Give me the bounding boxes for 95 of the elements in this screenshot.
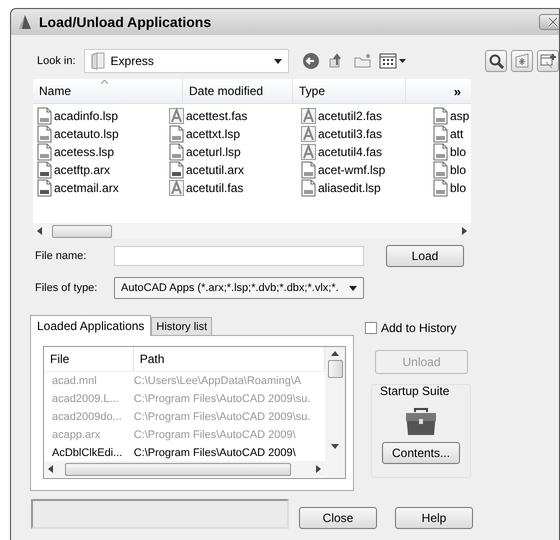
document-icon (37, 161, 52, 179)
file-name[interactable]: acadinfo.lsp (54, 109, 118, 123)
close-button[interactable] (539, 14, 559, 30)
table-cell-text: acad.mnl (51, 375, 98, 387)
scroll-left-icon[interactable] (48, 465, 53, 473)
document-icon (433, 125, 448, 143)
dropdown-arrow-icon (349, 286, 357, 290)
checkbox-label[interactable]: Add to History (381, 321, 456, 335)
load-button[interactable]: Load (386, 245, 464, 267)
document-icon (37, 179, 52, 197)
triangle-document-icon (301, 107, 316, 125)
document-icon (433, 179, 448, 197)
dropdown-arrow-icon (274, 58, 282, 64)
file-name[interactable]: acetauto.lsp (54, 127, 119, 141)
file-name[interactable]: acetutil.fas (186, 181, 244, 195)
document-icon (433, 161, 448, 179)
column-header[interactable]: Type (293, 79, 406, 103)
document-icon (433, 107, 448, 125)
scroll-down-icon[interactable] (331, 444, 339, 449)
files-of-type-label: Files of type: (35, 282, 98, 294)
folder-icon (90, 52, 105, 70)
document-icon (169, 143, 184, 161)
table-cell-text: AcDblClkEdi... (51, 447, 124, 459)
document-icon (37, 125, 52, 143)
document-icon (169, 125, 184, 143)
scroll-thumb[interactable] (65, 462, 291, 476)
triangle-document-icon (169, 107, 184, 125)
document-icon (301, 179, 316, 197)
window-title: Load/Unload Applications (39, 14, 212, 30)
triangle-document-icon (169, 179, 184, 197)
table-cell-text: C:\Program Files\AutoCAD 2009\su. (134, 393, 312, 405)
file-type-dropdown[interactable]: AutoCAD Apps (*.arx;*.lsp;*.dvb;*.dbx;*.vlx;*. (114, 277, 364, 299)
look-in-label: Look in: (37, 55, 76, 67)
app-icon (17, 14, 33, 30)
close-icon (547, 17, 559, 27)
file-name[interactable]: acetftp.arx (54, 163, 110, 177)
document-icon (433, 143, 448, 161)
document-icon (37, 143, 52, 161)
scroll-right-icon[interactable] (462, 227, 467, 235)
file-name[interactable]: att (450, 127, 464, 141)
add-window-button[interactable] (537, 50, 559, 72)
file-name[interactable]: acettest.fas (186, 109, 248, 123)
table-cell-text: C:\Program Files\AutoCAD 2009\ (134, 429, 297, 441)
scroll-thumb[interactable] (52, 224, 112, 238)
scroll-right-icon[interactable] (316, 465, 321, 473)
table-cell-text: acad2009do... (51, 411, 123, 423)
group-title: Startup Suite (380, 384, 450, 398)
file-name[interactable]: acetutil4.fas (318, 145, 382, 159)
briefcase-icon (403, 406, 439, 436)
table-cell-text: acad2009.L... (51, 393, 120, 405)
document-icon (37, 107, 52, 125)
scroll-up-icon[interactable] (331, 351, 339, 356)
horizontal-scrollbar[interactable] (44, 461, 325, 477)
file-name[interactable]: blo (450, 163, 466, 177)
file-name[interactable]: acettxt.lsp (186, 127, 240, 141)
tab[interactable]: Loaded Applications (30, 315, 152, 336)
file-name[interactable]: aceturl.lsp (186, 145, 241, 159)
scroll-thumb[interactable] (328, 360, 342, 378)
triangle-document-icon (301, 125, 316, 143)
vertical-scrollbar[interactable] (325, 347, 345, 461)
document-icon (301, 161, 316, 179)
file-name-label: File name: (35, 250, 88, 262)
sparkle-button[interactable] (511, 50, 533, 72)
table-cell-text: C:\Program Files\AutoCAD 2009\ (134, 447, 297, 459)
dialog-button[interactable]: Help (395, 507, 473, 529)
table-cell-text: acapp.arx (51, 429, 102, 441)
file-name-field[interactable] (114, 246, 364, 266)
table-cell-text: C:\Program Files\AutoCAD 2009\su. (134, 411, 312, 423)
dialog-button[interactable]: Close (299, 507, 377, 529)
column-header[interactable]: Date modified (183, 79, 293, 103)
search-button[interactable] (485, 50, 507, 72)
file-name[interactable]: acetutil3.fas (318, 127, 382, 141)
column-header[interactable]: Name (33, 79, 183, 103)
checkbox[interactable] (365, 322, 377, 334)
back-icon[interactable] (301, 51, 321, 71)
file-name[interactable]: acetess.lsp (54, 145, 114, 159)
file-name[interactable]: acet-wmf.lsp (318, 163, 386, 177)
file-name[interactable]: acetutil.arx (186, 163, 244, 177)
file-name[interactable]: blo (450, 145, 466, 159)
file-name[interactable]: asp (450, 109, 470, 123)
file-name[interactable]: acetmail.arx (54, 181, 119, 195)
scroll-left-icon[interactable] (37, 227, 42, 235)
look-in-dropdown[interactable]: Express (84, 49, 289, 73)
horizontal-scrollbar[interactable] (33, 223, 471, 239)
file-name[interactable]: acetutil2.fas (318, 109, 382, 123)
contents-button[interactable]: Contents... (382, 442, 460, 464)
tab[interactable]: History list (151, 317, 212, 335)
table-cell-text: C:\Users\Lee\AppData\Roaming\A (134, 375, 302, 387)
column-header[interactable]: File (44, 347, 134, 371)
view-menu-icon[interactable] (379, 51, 407, 71)
file-name[interactable]: aliasedit.lsp (318, 181, 381, 195)
more-columns-button[interactable]: » (406, 79, 471, 103)
document-icon (169, 161, 184, 179)
file-name[interactable]: blo (450, 181, 466, 195)
triangle-document-icon (301, 143, 316, 161)
